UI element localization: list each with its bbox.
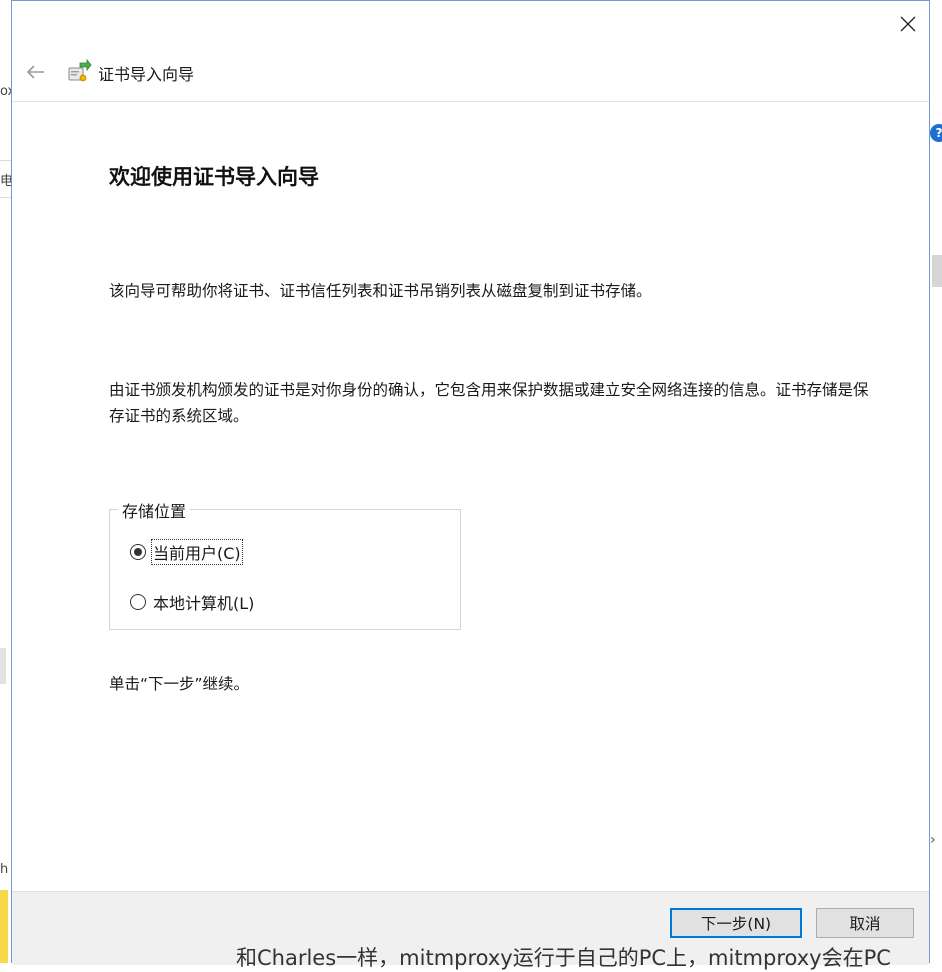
background-taskbar-highlight	[0, 890, 8, 963]
radio-label-current-user: 当前用户(C)	[151, 539, 243, 565]
background-gray-block	[0, 648, 6, 684]
background-article-text: 和Charles一样，mitmproxy运行于自己的PC上，mitmproxy会…	[236, 946, 891, 970]
certificate-import-wizard-dialog: 证书导入向导 欢迎使用证书导入向导 该向导可帮助你将证书、证书信任列表和证书吊销…	[11, 0, 930, 965]
radio-local-machine[interactable]: 本地计算机(L)	[130, 590, 255, 614]
store-location-group: 存储位置 当前用户(C) 本地计算机(L)	[109, 498, 461, 630]
radio-button-selected[interactable]	[130, 544, 146, 560]
back-button[interactable]	[22, 59, 48, 85]
page-title: 欢迎使用证书导入向导	[109, 165, 319, 189]
store-location-label: 存储位置	[118, 498, 191, 522]
certificate-info-paragraph: 由证书颁发机构颁发的证书是对你身份的确认，它包含用来保护数据或建立安全网络连接的…	[109, 381, 869, 425]
background-scrollbar-thumb	[932, 255, 942, 287]
close-button[interactable]	[893, 9, 923, 39]
next-button[interactable]: 下一步(N)	[670, 908, 802, 938]
help-icon[interactable]: ?	[930, 124, 942, 142]
chevron-right-icon: ›	[930, 832, 936, 848]
radio-button[interactable]	[130, 594, 146, 610]
description-paragraph: 该向导可帮助你将证书、证书信任列表和证书吊销列表从磁盘复制到证书存储。	[109, 282, 652, 300]
certificate-wizard-icon	[68, 59, 92, 82]
arrow-left-icon	[26, 65, 44, 79]
cancel-button[interactable]: 取消	[816, 908, 914, 938]
background-text-fragment: h	[0, 862, 9, 877]
radio-current-user[interactable]: 当前用户(C)	[130, 539, 243, 565]
radio-dot	[134, 548, 142, 556]
background-window-right: ? ›	[930, 0, 942, 963]
continue-hint: 单击“下一步”继续。	[109, 675, 250, 693]
wizard-header: 证书导入向导	[12, 49, 929, 102]
radio-label-local-machine: 本地计算机(L)	[153, 594, 255, 613]
wizard-title: 证书导入向导	[98, 65, 195, 84]
close-icon	[900, 16, 916, 32]
